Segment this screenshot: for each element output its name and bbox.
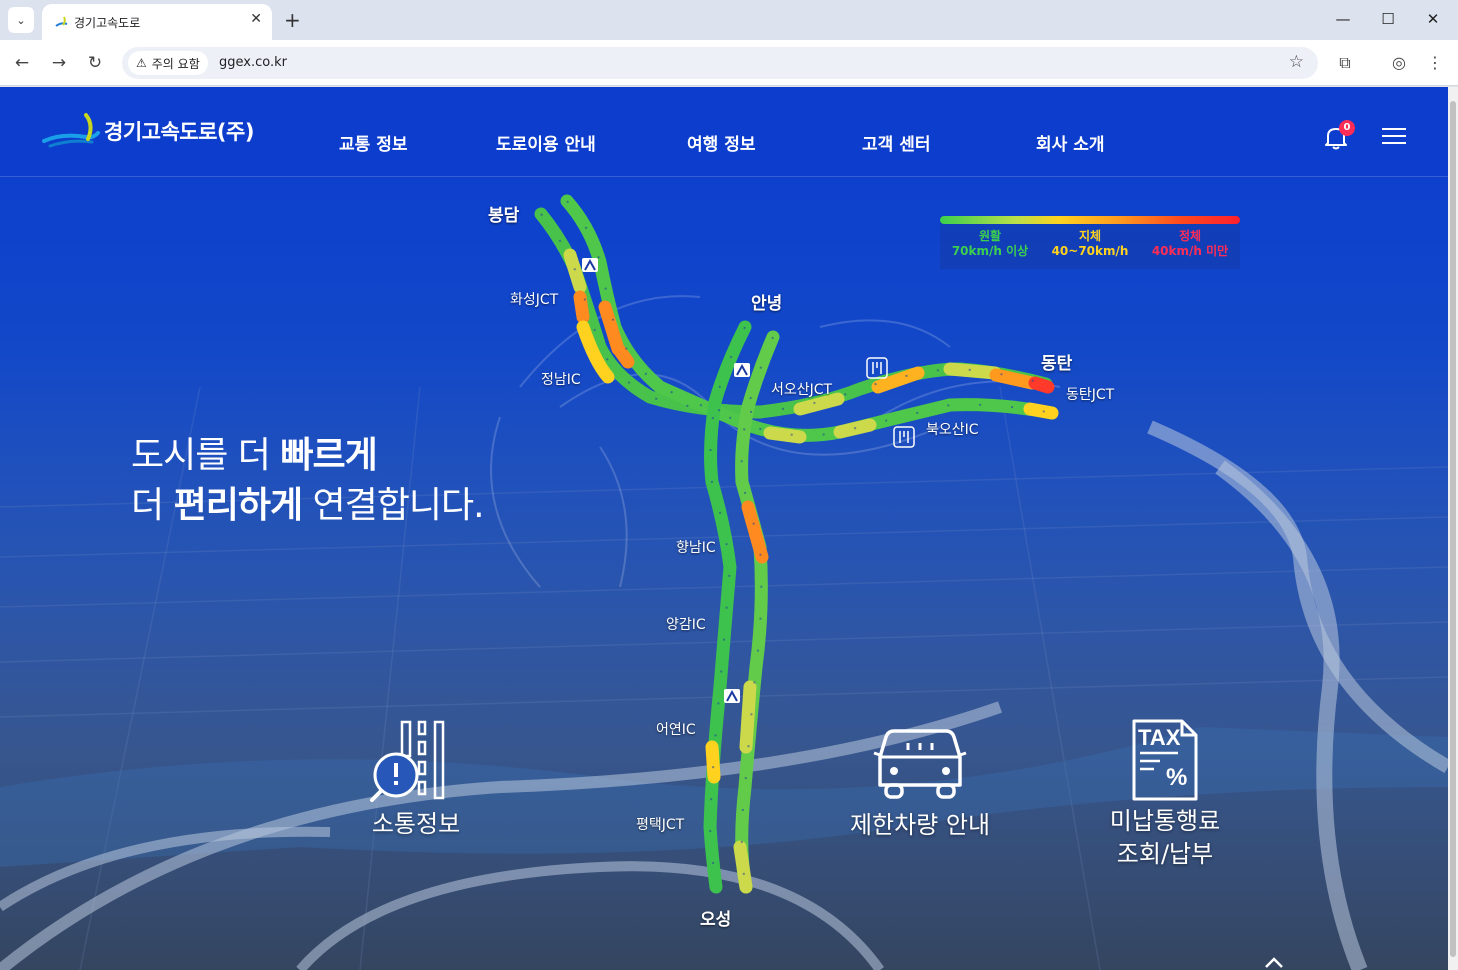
quick-link-unpaid-toll-label-2: 조회/납부: [1116, 840, 1214, 868]
chevron-down-icon: ⌄: [16, 13, 26, 27]
warning-triangle-icon: ⚠: [136, 56, 147, 70]
legend-jam-range: 40km/h 미만: [1151, 244, 1229, 258]
new-tab-button[interactable]: +: [284, 8, 301, 32]
map-label-pyeongtaek-jct[interactable]: 평택JCT: [636, 814, 684, 834]
legend-slow-title: 지체: [1078, 229, 1102, 243]
tunnel-icon: [582, 258, 598, 272]
browser-tab-active[interactable]: 경기고속도로 ✕: [42, 4, 272, 40]
hero-line-1-bold: 빠르게: [280, 435, 377, 476]
legend-slow-range: 40~70km/h: [1051, 244, 1129, 258]
map-label-dongtan-jct[interactable]: 동탄JCT: [1066, 384, 1114, 404]
legend-slow: 지체 40~70km/h: [1040, 229, 1140, 259]
traffic-lane-icon: [370, 720, 445, 802]
map-label-yanggam-ic[interactable]: 양감IC: [666, 614, 706, 634]
quick-link-traffic-label: 소통정보: [371, 810, 461, 838]
browser-tab-bar: ⌄ 경기고속도로 ✕ + — ☐ ✕: [0, 0, 1458, 40]
map-label-hwaseong-jct[interactable]: 화성JCT: [510, 289, 558, 309]
security-warning-label: 주의 요함: [151, 56, 200, 71]
map-label-jeongnam-ic[interactable]: 정남IC: [541, 369, 581, 389]
tab-close-button[interactable]: ✕: [250, 11, 262, 27]
map-label-bukosan-ic[interactable]: 북오산IC: [926, 419, 979, 439]
rest-area-icon: [893, 426, 915, 448]
car-icon: [873, 729, 967, 799]
forward-arrow-icon[interactable]: →: [47, 51, 71, 75]
map-label-bongdam: 봉담: [488, 206, 520, 226]
hero-line-2: 더 편리하게 연결합니다.: [131, 476, 485, 528]
hero-line-2-bold: 편리하게: [173, 485, 303, 526]
map-label-seosan-jct[interactable]: 서오산JCT: [771, 379, 832, 399]
legend-smooth-title: 원활: [978, 229, 1002, 243]
chevron-up-icon[interactable]: [1262, 955, 1286, 969]
address-bar[interactable]: ⚠ 주의 요함 ggex.co.kr ☆: [122, 47, 1318, 79]
quick-link-unpaid-toll-label-1: 미납통행료: [1109, 807, 1221, 835]
tunnel-icon: [724, 689, 740, 703]
scrollbar-thumb[interactable]: [1450, 101, 1456, 957]
legend-jam: 정체 40km/h 미만: [1140, 229, 1240, 259]
puzzle-icon[interactable]: ⧉: [1333, 51, 1357, 75]
tax-document-icon: TAX %: [1132, 719, 1198, 801]
back-arrow-icon[interactable]: ←: [10, 51, 34, 75]
web-page: 경기고속도로(주) 교통 정보 도로이용 안내 여행 정보 고객 센터 회사 소…: [0, 87, 1448, 970]
quick-link-restricted-vehicle[interactable]: 제한차량 안내: [840, 723, 1000, 842]
site-favicon-icon: [55, 16, 68, 27]
legend-gradient-bar: [940, 216, 1240, 224]
minimize-button[interactable]: —: [1328, 8, 1358, 30]
legend-smooth: 원활 70km/h 이상: [940, 229, 1040, 259]
map-label-anyeong: 안녕: [751, 294, 783, 314]
url-text[interactable]: ggex.co.kr: [219, 55, 287, 70]
road-anyeong-oseong-right[interactable]: [735, 330, 780, 894]
maximize-button[interactable]: ☐: [1373, 8, 1403, 30]
quick-link-unpaid-toll[interactable]: TAX % 미납통행료 조회/납부: [1100, 719, 1230, 871]
browser-toolbar: ← → ↻ ⚠ 주의 요함 ggex.co.kr ☆ ⧉ ◎ ⋮: [0, 40, 1458, 86]
quick-link-restricted-vehicle-label: 제한차량 안내: [849, 811, 991, 839]
tab-search-button[interactable]: ⌄: [8, 7, 34, 33]
map-label-eoyeon-ic[interactable]: 어연IC: [656, 719, 696, 739]
close-window-button[interactable]: ✕: [1418, 8, 1448, 30]
security-warning-chip[interactable]: ⚠ 주의 요함: [128, 51, 208, 75]
quick-link-traffic[interactable]: 소통정보: [356, 720, 476, 841]
map-label-dongtan: 동탄: [1041, 354, 1073, 374]
hero-line-1: 도시를 더 빠르게: [131, 426, 378, 478]
kebab-icon[interactable]: ⋮: [1423, 51, 1447, 75]
reload-icon[interactable]: ↻: [83, 51, 107, 75]
star-icon[interactable]: ☆: [1289, 52, 1304, 72]
tab-title: 경기고속도로: [74, 16, 141, 30]
legend-smooth-range: 70km/h 이상: [951, 244, 1029, 258]
page-scrollbar[interactable]: [1448, 87, 1458, 970]
tunnel-icon: [734, 363, 750, 377]
profile-icon[interactable]: ◎: [1387, 51, 1411, 75]
hero-line-2-light-b: 연결합니다.: [302, 485, 485, 526]
hero-line-2-light-a: 더: [131, 485, 174, 526]
hero-line-1-light: 도시를 더: [131, 435, 281, 476]
tax-text: TAX: [1138, 725, 1181, 750]
percent-sign: %: [1166, 764, 1187, 791]
map-label-hyangnam-ic[interactable]: 향남IC: [676, 537, 716, 557]
traffic-legend: 원활 70km/h 이상 지체 40~70km/h 정체 40km/h 미만: [940, 216, 1240, 269]
legend-jam-title: 정체: [1178, 229, 1202, 243]
map-label-oseong: 오성: [700, 910, 732, 930]
